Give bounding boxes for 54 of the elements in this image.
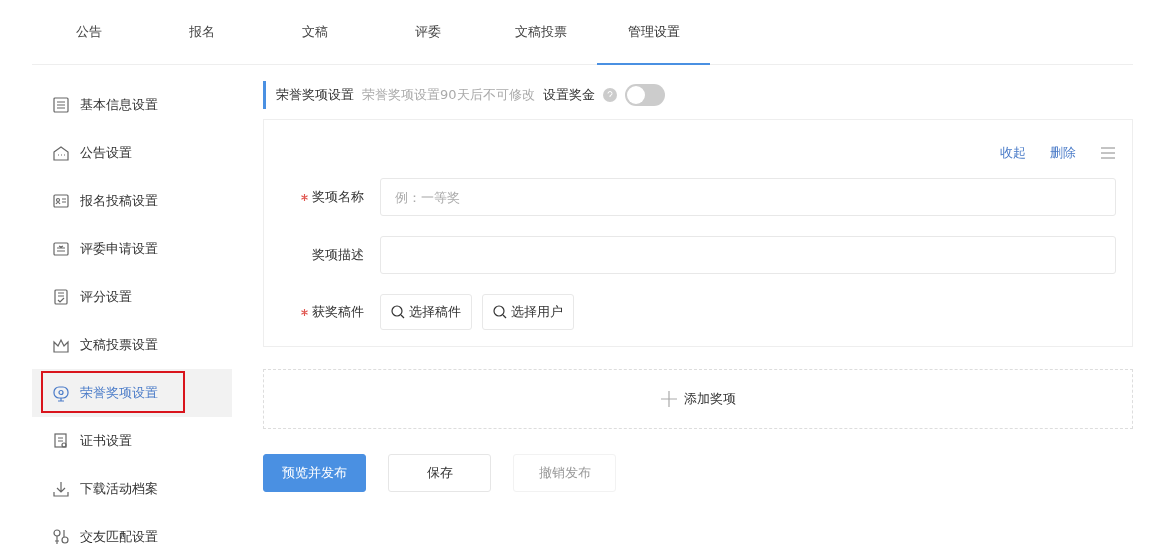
field-label: 奖项名称 (312, 188, 364, 206)
sidebar-item[interactable]: 公告设置 (32, 129, 232, 177)
sidebar-item-label: 报名投稿设置 (80, 192, 158, 210)
sidebar-item[interactable]: 文稿投票设置 (32, 321, 232, 369)
checklist-icon (52, 288, 70, 306)
menu-icon[interactable] (1100, 146, 1116, 160)
certificate-icon (52, 432, 70, 450)
sidebar-item[interactable]: 评委申请设置 (32, 225, 232, 273)
action-link[interactable]: 删除 (1050, 144, 1076, 162)
add-award-button[interactable]: 添加奖项 (263, 369, 1133, 429)
sidebar-item[interactable]: 基本信息设置 (32, 81, 232, 129)
tab[interactable]: 公告 (32, 0, 145, 65)
sidebar-item[interactable]: 评分设置 (32, 273, 232, 321)
action-button[interactable]: 保存 (388, 454, 491, 492)
sidebar-item-label: 证书设置 (80, 432, 132, 450)
sidebar-item-label: 基本信息设置 (80, 96, 158, 114)
list-icon (52, 96, 70, 114)
tab[interactable]: 评委 (371, 0, 484, 65)
sidebar-item[interactable]: 证书设置 (32, 417, 232, 465)
select-button[interactable]: 选择用户 (482, 294, 574, 330)
download-icon (52, 480, 70, 498)
sidebar-item[interactable]: 交友匹配设置 (32, 513, 232, 557)
add-award-label: 添加奖项 (684, 390, 736, 408)
tab[interactable]: 文稿投票 (484, 0, 597, 65)
bonus-toggle[interactable] (624, 84, 665, 106)
section-title: 荣誉奖项设置 (276, 86, 354, 104)
sidebar-item-label: 荣誉奖项设置 (80, 384, 158, 402)
section-note: 荣誉奖项设置90天后不可修改 (362, 86, 535, 104)
sidebar-item[interactable]: 下载活动档案 (32, 465, 232, 513)
people-icon (52, 528, 70, 546)
tab[interactable]: 文稿 (258, 0, 371, 65)
search-icon (391, 305, 405, 319)
field-label: 奖项描述 (312, 246, 364, 264)
sidebar-item-label: 文稿投票设置 (80, 336, 158, 354)
tab[interactable]: 报名 (145, 0, 258, 65)
sidebar-item-label: 交友匹配设置 (80, 528, 158, 546)
sidebar-item-label: 评委申请设置 (80, 240, 158, 258)
search-icon (493, 305, 507, 319)
sidebar-item[interactable]: 荣誉奖项设置 (32, 369, 232, 417)
medal-icon (52, 384, 70, 402)
sidebar-item-label: 评分设置 (80, 288, 132, 306)
help-icon[interactable] (602, 88, 617, 102)
sidebar-item[interactable]: 报名投稿设置 (32, 177, 232, 225)
id-card-icon (52, 192, 70, 210)
sidebar-item-label: 公告设置 (80, 144, 132, 162)
select-button[interactable]: 选择稿件 (380, 294, 472, 330)
bonus-label: 设置奖金 (542, 86, 595, 104)
document-icon (52, 240, 70, 258)
house-icon (52, 144, 70, 162)
plus-icon (660, 390, 678, 408)
field-label: 获奖稿件 (312, 303, 364, 321)
action-link[interactable]: 收起 (1000, 144, 1026, 162)
tab[interactable]: 管理设置 (597, 0, 710, 65)
sidebar-item-label: 下载活动档案 (80, 480, 158, 498)
